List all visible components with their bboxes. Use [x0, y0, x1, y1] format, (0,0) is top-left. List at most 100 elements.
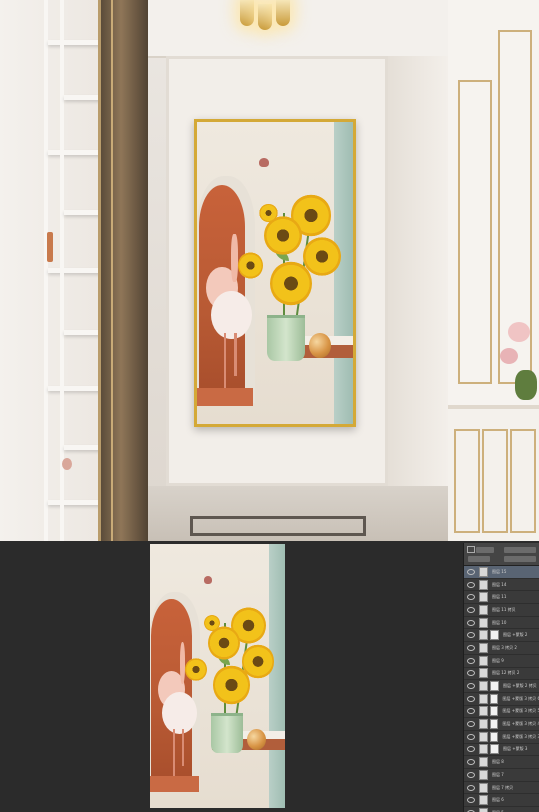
- shelf-ornament: [62, 458, 72, 470]
- layer-name: 图层 14: [492, 581, 507, 587]
- layer-row[interactable]: 图层 15: [464, 566, 539, 579]
- layer-row[interactable]: 图层 11 拷贝: [464, 604, 539, 617]
- layer-mask-thumbnail: [489, 719, 499, 730]
- layer-name: 图层 15: [492, 568, 507, 574]
- eye-icon[interactable]: [467, 581, 475, 588]
- layer-thumbnail: [479, 757, 488, 768]
- layer-name: 图层 7: [492, 771, 504, 777]
- rose-leaves: [515, 370, 537, 400]
- layer-row[interactable]: 图层 +蒙版 3 拷贝 5: [464, 706, 539, 719]
- layer-row[interactable]: 图层 8: [464, 756, 539, 769]
- eye-icon[interactable]: [467, 797, 475, 804]
- layer-row[interactable]: 图层 9: [464, 655, 539, 668]
- layer-row[interactable]: 图层 +蒙版 3 拷贝 6: [464, 693, 539, 706]
- layer-row[interactable]: 图层 5: [464, 807, 539, 812]
- layer-thumbnail: [479, 744, 488, 755]
- layer-row[interactable]: 图层 14: [464, 579, 539, 592]
- layers-panel-header: [464, 543, 539, 566]
- layer-thumbnail: [479, 592, 488, 603]
- layer-name: 图层 +蒙版 2: [503, 632, 528, 638]
- layer-thumbnail: [479, 655, 488, 666]
- eye-icon[interactable]: [467, 784, 475, 791]
- layer-row[interactable]: 图层 11: [464, 591, 539, 605]
- layer-mask-thumbnail: [489, 731, 499, 742]
- artwork-preview: [150, 544, 285, 808]
- design-preview-page: 图层 15 图层 14 图层 11 图层 11 拷贝图层 10 图层 +蒙版 2 图层 3…: [0, 0, 539, 812]
- gold-door-frame: [98, 0, 151, 541]
- layer-thumbnail: [479, 681, 488, 692]
- eye-icon[interactable]: [467, 657, 475, 664]
- layer-list: 图层 15 图层 14 图层 11 图层 11 拷贝图层 10 图层 +蒙版 2 图层 3…: [464, 566, 539, 812]
- rose-decor: [508, 322, 530, 342]
- sideboard: [448, 405, 539, 541]
- eye-icon[interactable]: [467, 771, 475, 778]
- layer-row[interactable]: 图层 +蒙版 3 拷贝 3: [464, 731, 539, 744]
- layer-name: 图层 10: [492, 619, 507, 625]
- ceiling-lamp: [276, 0, 290, 26]
- eye-icon[interactable]: [467, 683, 475, 690]
- layers-panel[interactable]: 图层 15 图层 14 图层 11 图层 11 拷贝图层 10 图层 +蒙版 2 图层 3…: [463, 543, 539, 812]
- layer-name: 图层 +蒙版 3: [503, 746, 528, 752]
- layer-thumbnail: [479, 630, 488, 641]
- interior-render: [0, 0, 539, 541]
- eye-icon[interactable]: [467, 670, 475, 677]
- layer-thumbnail: [479, 769, 488, 780]
- layer-name: 图层 12 拷贝 2: [492, 670, 520, 676]
- layer-thumbnail: [478, 719, 488, 730]
- floor-inlay: [190, 516, 366, 536]
- layer-thumbnail: [479, 782, 488, 793]
- layer-thumbnail: [479, 604, 488, 615]
- layer-mask-thumbnail: [490, 681, 499, 692]
- eye-icon[interactable]: [467, 644, 475, 651]
- layer-name: 图层 +蒙版 3 拷贝 3: [502, 733, 539, 739]
- layer-row[interactable]: 图层 6: [464, 794, 539, 808]
- layer-row[interactable]: 图层 +蒙版 2: [464, 629, 539, 643]
- layer-row[interactable]: 图层 +蒙版 2 拷贝: [464, 680, 539, 693]
- eye-icon[interactable]: [467, 619, 475, 626]
- layer-mask-thumbnail: [490, 630, 499, 641]
- layer-mask-thumbnail: [489, 706, 499, 717]
- layer-name: 图层 11: [492, 594, 507, 600]
- eye-icon[interactable]: [467, 568, 475, 575]
- eye-icon[interactable]: [467, 695, 475, 702]
- shelf-vase: [47, 232, 53, 262]
- layer-mask-thumbnail: [490, 744, 499, 755]
- layer-thumbnail: [478, 706, 488, 717]
- layer-name: 图层 +蒙版 3 拷贝 6: [502, 695, 539, 701]
- eye-icon[interactable]: [467, 746, 475, 753]
- layer-thumbnail: [478, 693, 488, 704]
- layer-mask-thumbnail: [489, 693, 499, 704]
- right-wall: [388, 56, 448, 526]
- layer-thumbnail: [479, 617, 488, 628]
- layer-thumbnail: [479, 579, 488, 590]
- layer-name: 图层 3 拷贝 2: [492, 644, 517, 650]
- eye-icon[interactable]: [467, 721, 475, 728]
- layer-row[interactable]: 图层 10: [464, 617, 539, 630]
- rose-decor: [500, 348, 518, 364]
- eye-icon[interactable]: [467, 708, 475, 715]
- layer-name: 图层 8: [492, 759, 504, 765]
- eye-icon[interactable]: [467, 594, 475, 601]
- layer-row[interactable]: 图层 12 拷贝 2: [464, 668, 539, 681]
- layer-row[interactable]: 图层 7: [464, 769, 539, 782]
- artwork-in-frame: [197, 122, 353, 424]
- layer-row[interactable]: 图层 +蒙版 3: [464, 744, 539, 757]
- eye-icon[interactable]: [467, 606, 475, 613]
- layer-row[interactable]: 图层 3 拷贝 2: [464, 642, 539, 655]
- layer-thumbnail: [479, 795, 488, 806]
- artwork-flat: [150, 544, 285, 808]
- ceiling: [148, 0, 448, 58]
- eye-icon[interactable]: [467, 759, 475, 766]
- layer-thumbnail: [479, 566, 488, 577]
- eye-icon[interactable]: [467, 733, 475, 740]
- layer-row[interactable]: 图层 +蒙版 3 拷贝 4: [464, 718, 539, 731]
- layer-thumbnail: [478, 731, 488, 742]
- framed-artwork: [194, 119, 356, 427]
- layer-row[interactable]: 图层 7 拷贝: [464, 782, 539, 795]
- ceiling-lamp: [240, 0, 254, 26]
- layers-icon[interactable]: [467, 546, 475, 553]
- eye-icon[interactable]: [467, 632, 475, 639]
- layer-name: 图层 +蒙版 3 拷贝 4: [502, 721, 539, 727]
- layer-name: 图层 9: [492, 657, 504, 663]
- layer-thumbnail: [479, 807, 488, 812]
